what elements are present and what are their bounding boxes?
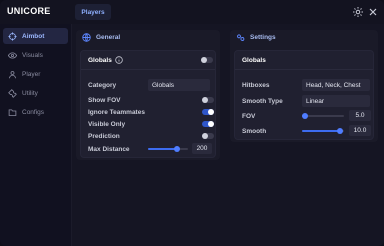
sidebar-item-aimbot[interactable]: Aimbot — [3, 28, 68, 44]
globals-toggle[interactable] — [201, 57, 213, 63]
prediction-label: Prediction — [88, 132, 120, 140]
slider-thumb[interactable] — [336, 128, 343, 134]
sidebar-item-label: Configs — [22, 108, 45, 116]
app-window: UNICORE Players Aimbot Visuals Player Ut… — [0, 0, 384, 246]
settings-card-header: Globals — [235, 51, 373, 70]
prediction-row: Prediction — [88, 131, 120, 141]
gears-icon — [236, 33, 245, 42]
title-bar: UNICORE Players — [0, 0, 384, 24]
sidebar-item-label: Utility — [22, 89, 38, 97]
hitboxes-row: Hitboxes — [242, 80, 269, 90]
folder-icon — [8, 108, 17, 117]
tab-players[interactable]: Players — [75, 4, 111, 20]
ignore-teammates-row: Ignore Teammates — [88, 107, 145, 117]
toggle-knob — [208, 121, 214, 127]
ignore-teammates-label: Ignore Teammates — [88, 108, 145, 116]
max-distance-value[interactable]: 200 — [192, 143, 212, 154]
category-row: Category — [88, 80, 116, 90]
hitboxes-select[interactable]: Head, Neck, Chest — [302, 79, 370, 91]
globals-card-header: Globals — [81, 51, 215, 70]
card-title: Globals — [242, 56, 266, 64]
smooth-type-select[interactable]: Linear — [302, 95, 370, 107]
toggle-knob — [202, 97, 208, 103]
prediction-toggle[interactable] — [202, 133, 214, 139]
slider-thumb[interactable] — [302, 113, 309, 119]
toggle-knob — [208, 109, 214, 115]
hitboxes-label: Hitboxes — [242, 81, 270, 89]
general-panel-title: General — [96, 33, 121, 41]
crosshair-icon — [8, 31, 17, 41]
fov-slider[interactable] — [302, 111, 344, 121]
sidebar-item-player[interactable]: Player — [3, 66, 68, 82]
show-fov-toggle[interactable] — [202, 97, 214, 103]
smooth-type-label: Smooth Type — [242, 97, 283, 105]
visible-only-row: Visible Only — [88, 119, 125, 129]
settings-panel-header: Settings — [230, 30, 378, 44]
slider-fill — [148, 148, 177, 150]
visible-only-toggle[interactable] — [202, 121, 214, 127]
sidebar-item-label: Visuals — [22, 51, 43, 59]
smooth-row: Smooth — [242, 126, 266, 136]
sidebar-item-utility[interactable]: Utility — [3, 85, 68, 101]
toggle-knob — [201, 57, 207, 63]
sidebar-item-visuals[interactable]: Visuals — [3, 47, 68, 63]
show-fov-label: Show FOV — [88, 96, 121, 104]
visible-only-label: Visible Only — [88, 120, 126, 128]
fov-value[interactable]: 5.0 — [349, 110, 371, 121]
sidebar-item-label: Aimbot — [22, 32, 45, 40]
general-panel-header: General — [76, 30, 220, 44]
card-title: Globals — [88, 56, 112, 64]
sidebar-item-label: Player — [22, 70, 41, 78]
max-distance-slider[interactable] — [148, 144, 188, 154]
smooth-value[interactable]: 10.0 — [349, 125, 371, 136]
toggle-knob — [202, 133, 208, 139]
category-select[interactable]: Globals — [148, 79, 210, 91]
general-panel: General Globals Category Globals Show FO… — [76, 30, 220, 160]
main-content: General Globals Category Globals Show FO… — [72, 24, 384, 246]
smooth-label: Smooth — [242, 127, 267, 135]
settings-panel-title: Settings — [250, 33, 276, 41]
app-title: UNICORE — [7, 6, 51, 16]
close-icon[interactable] — [367, 6, 379, 18]
sidebar: Aimbot Visuals Player Utility Configs — [0, 24, 72, 246]
smooth-type-row: Smooth Type — [242, 96, 283, 106]
show-fov-row: Show FOV — [88, 95, 121, 105]
gear-icon[interactable] — [352, 6, 364, 18]
tool-icon — [8, 88, 17, 98]
smooth-slider[interactable] — [302, 126, 344, 136]
slider-track — [302, 115, 344, 117]
fov-label: FOV — [242, 112, 256, 120]
sidebar-item-configs[interactable]: Configs — [3, 104, 68, 120]
info-icon[interactable] — [115, 56, 123, 64]
eye-icon — [8, 51, 17, 60]
slider-thumb[interactable] — [173, 146, 180, 152]
category-label: Category — [88, 81, 117, 89]
ignore-teammates-toggle[interactable] — [202, 109, 214, 115]
globals-card: Globals Category Globals Show FOV Ignore… — [80, 50, 216, 158]
fov-row: FOV — [242, 111, 255, 121]
settings-globals-card: Globals Hitboxes Head, Neck, Chest Smoot… — [234, 50, 374, 140]
slider-fill — [302, 130, 340, 132]
max-distance-label: Max Distance — [88, 145, 130, 153]
globe-icon — [82, 32, 91, 42]
max-distance-row: Max Distance — [88, 144, 130, 154]
user-icon — [8, 70, 17, 79]
settings-panel: Settings Globals Hitboxes Head, Neck, Ch… — [230, 30, 378, 142]
